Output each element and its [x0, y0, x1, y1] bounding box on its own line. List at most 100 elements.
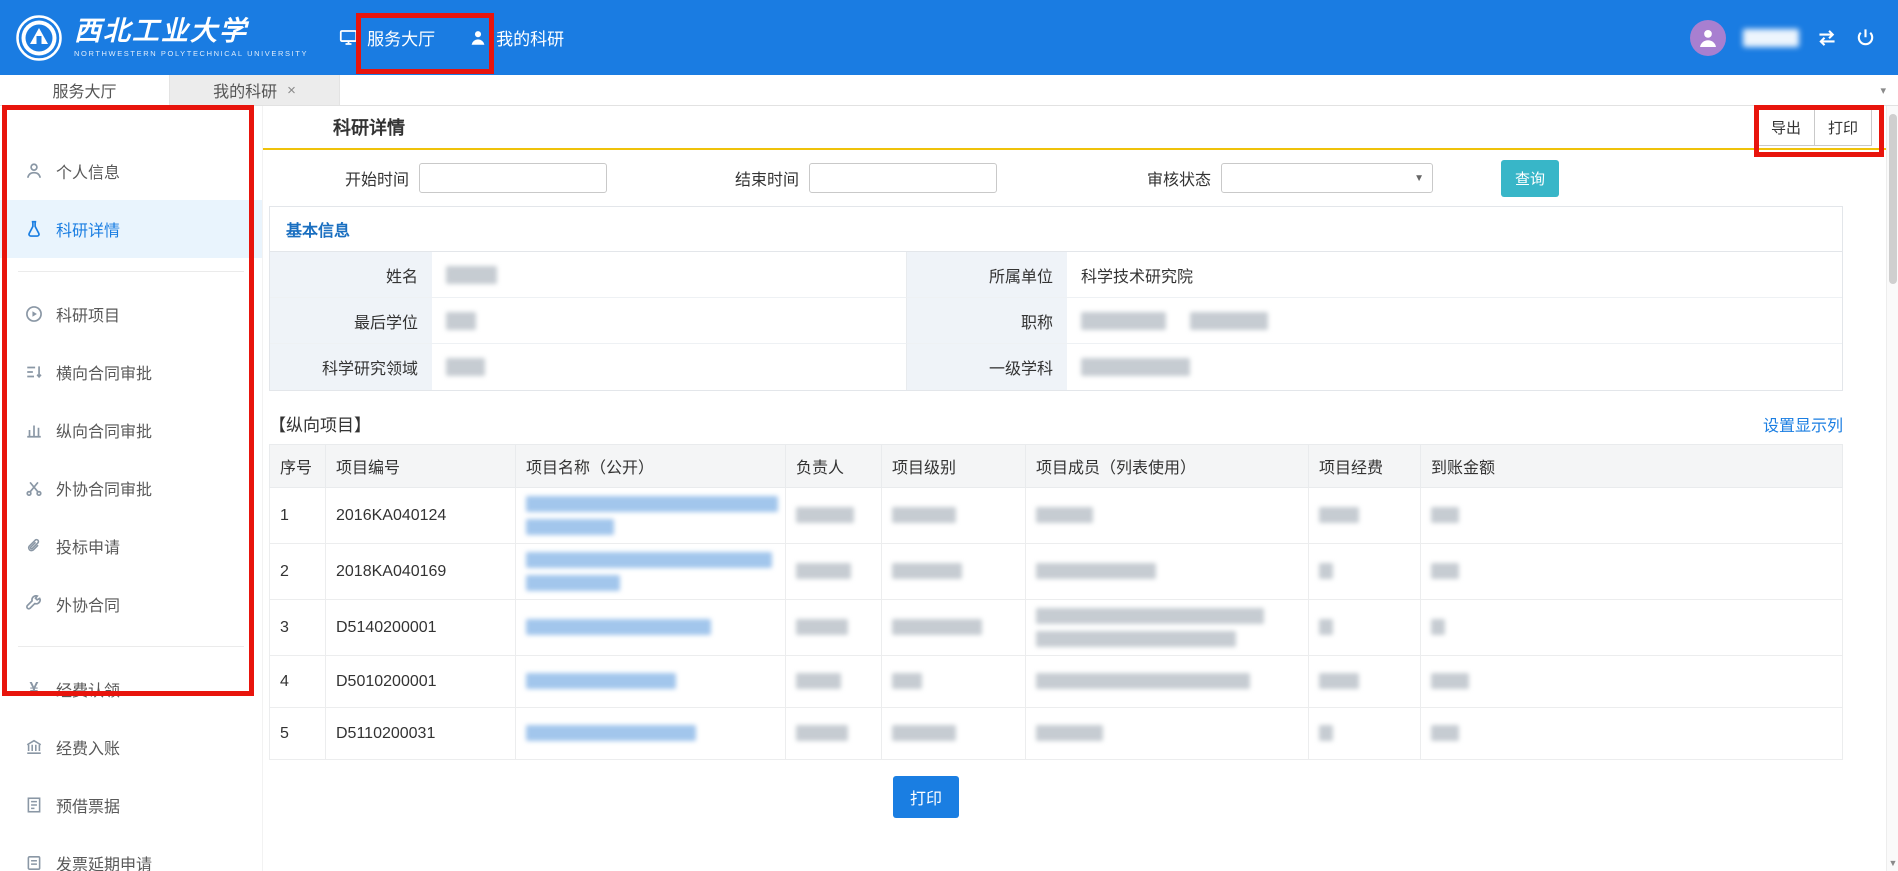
redacted-project-name-link[interactable]: [526, 725, 696, 741]
nav-service-hall[interactable]: 服务大厅: [322, 0, 452, 75]
redacted-budget: [1319, 507, 1359, 523]
cell-received: [1421, 656, 1843, 708]
set-columns-link[interactable]: 设置显示列: [1763, 412, 1843, 436]
redacted-level: [892, 507, 956, 523]
sidebar-item-horizontal-contract-approval[interactable]: 横向合同审批: [0, 343, 262, 401]
print-button[interactable]: 打印: [893, 776, 959, 818]
play-circle-icon: [25, 305, 43, 323]
table-header-row: 序号 项目编号 项目名称（公开） 负责人 项目级别 项目成员（列表使用） 项目经…: [270, 445, 1843, 488]
col-header-project-name: 项目名称（公开）: [516, 445, 786, 488]
sidebar-item-borrow-receipt[interactable]: 预借票据: [0, 776, 262, 834]
discipline-label: 一级学科: [907, 344, 1067, 390]
sidebar-item-research-detail[interactable]: 科研详情: [0, 200, 262, 258]
redacted-level: [892, 725, 956, 741]
redacted-leader: [796, 725, 848, 741]
redacted-project-name-link[interactable]: [526, 619, 711, 635]
cell-project-name: [516, 708, 786, 760]
cell-level: [882, 656, 1026, 708]
topbar: 西北工业大学 NORTHWESTERN POLYTECHNICAL UNIVER…: [0, 0, 1898, 75]
scrollbar-thumb[interactable]: [1889, 114, 1897, 284]
cell-leader: [786, 600, 882, 656]
col-header-index: 序号: [270, 445, 326, 488]
nav-label: 我的科研: [496, 25, 564, 50]
redacted-received: [1431, 563, 1459, 579]
redacted-received: [1431, 725, 1459, 741]
sidebar-item-label: 外协合同审批: [56, 476, 152, 500]
redacted-project-name-link[interactable]: [526, 673, 676, 689]
sort-list-icon: [25, 363, 43, 381]
name-label: 姓名: [270, 252, 432, 298]
basic-info-grid: 姓名 所属单位 科学技术研究院 最后学位 职称 科学研究领域 一级学科: [270, 252, 1842, 390]
redacted-project-name-link[interactable]: [526, 496, 778, 512]
person-icon: [25, 162, 43, 180]
brand-title: 西北工业大学: [74, 17, 308, 47]
cell-leader: [786, 708, 882, 760]
monitor-icon: [339, 28, 358, 47]
nav-my-research[interactable]: 我的科研: [452, 0, 581, 75]
redacted-project-name-link[interactable]: [526, 575, 620, 591]
col-header-project-code: 项目编号: [326, 445, 516, 488]
flask-icon: [25, 220, 43, 238]
export-button[interactable]: 导出: [1757, 109, 1815, 146]
chevron-down-icon[interactable]: ▾: [1880, 75, 1898, 105]
cell-budget: [1309, 544, 1421, 600]
sidebar-item-outsourcing-contract-approval[interactable]: 外协合同审批: [0, 459, 262, 517]
scissors-icon: [25, 479, 43, 497]
review-status-select[interactable]: ▼: [1221, 163, 1433, 193]
redacted-leader: [796, 563, 851, 579]
discipline-value: [1067, 344, 1842, 390]
redacted-project-name-link[interactable]: [526, 519, 614, 535]
redacted-leader: [796, 673, 841, 689]
print-button-top[interactable]: 打印: [1814, 109, 1872, 146]
cell-project-code: D5010200001: [326, 656, 516, 708]
redacted-project-name-link[interactable]: [526, 552, 772, 568]
power-icon[interactable]: [1855, 27, 1876, 48]
job-title-label: 职称: [907, 298, 1067, 344]
unit-value: 科学技术研究院: [1067, 252, 1842, 298]
cell-leader: [786, 544, 882, 600]
redacted-budget: [1319, 619, 1333, 635]
redacted-leader: [796, 507, 854, 523]
sidebar-item-label: 经费认领: [56, 677, 120, 701]
sidebar-item-personal-info[interactable]: 个人信息: [0, 142, 262, 200]
scrollbar-down-arrow-icon[interactable]: ▼: [1887, 858, 1898, 868]
redacted-job-title: [1081, 312, 1166, 330]
sidebar-item-label: 外协合同: [56, 592, 120, 616]
brand: 西北工业大学 NORTHWESTERN POLYTECHNICAL UNIVER…: [16, 15, 308, 61]
vertical-scrollbar[interactable]: ▼: [1886, 106, 1898, 871]
query-button[interactable]: 查询: [1501, 160, 1559, 197]
cell-project-code: D5110200031: [326, 708, 516, 760]
redacted-budget: [1319, 673, 1359, 689]
switch-icon[interactable]: [1816, 27, 1838, 49]
review-status-label: 审核状态: [1147, 166, 1211, 190]
col-header-members: 项目成员（列表使用）: [1026, 445, 1309, 488]
basic-info-section: 基本信息 姓名 所属单位 科学技术研究院 最后学位 职称 科学研究领域 一级学科: [269, 206, 1843, 391]
filter-bar: 开始时间 结束时间 审核状态 ▼ 查询: [263, 156, 1886, 200]
sidebar-divider: [18, 271, 244, 272]
redacted-level: [892, 563, 962, 579]
sidebar-item-research-projects[interactable]: 科研项目: [0, 285, 262, 343]
sidebar-item-vertical-contract-approval[interactable]: 纵向合同审批: [0, 401, 262, 459]
sidebar-item-funds-posting[interactable]: 经费入账: [0, 718, 262, 776]
sidebar-item-funds-claim[interactable]: ¥ 经费认领: [0, 660, 262, 718]
redacted-members: [1036, 563, 1156, 579]
sidebar-item-invoice-extension[interactable]: 发票延期申请: [0, 834, 262, 871]
avatar[interactable]: [1690, 20, 1726, 56]
tab-my-research[interactable]: 我的科研 ×: [170, 75, 340, 105]
tab-service-hall[interactable]: 服务大厅: [0, 75, 170, 105]
degree-value: [432, 298, 907, 344]
sidebar-item-label: 横向合同审批: [56, 360, 152, 384]
wrench-icon: [25, 595, 43, 613]
sidebar-item-bid-application[interactable]: 投标申请: [0, 517, 262, 575]
cell-index: 1: [270, 488, 326, 544]
cell-project-name: [516, 600, 786, 656]
close-icon[interactable]: ×: [287, 82, 296, 99]
sidebar-item-outsourcing-contract[interactable]: 外协合同: [0, 575, 262, 633]
table-row: 2 2018KA040169: [270, 544, 1843, 600]
start-date-input[interactable]: [419, 163, 607, 193]
redacted-received: [1431, 507, 1459, 523]
cell-received: [1421, 544, 1843, 600]
end-date-input[interactable]: [809, 163, 997, 193]
sidebar-item-label: 科研项目: [56, 302, 120, 326]
cell-project-name: [516, 544, 786, 600]
